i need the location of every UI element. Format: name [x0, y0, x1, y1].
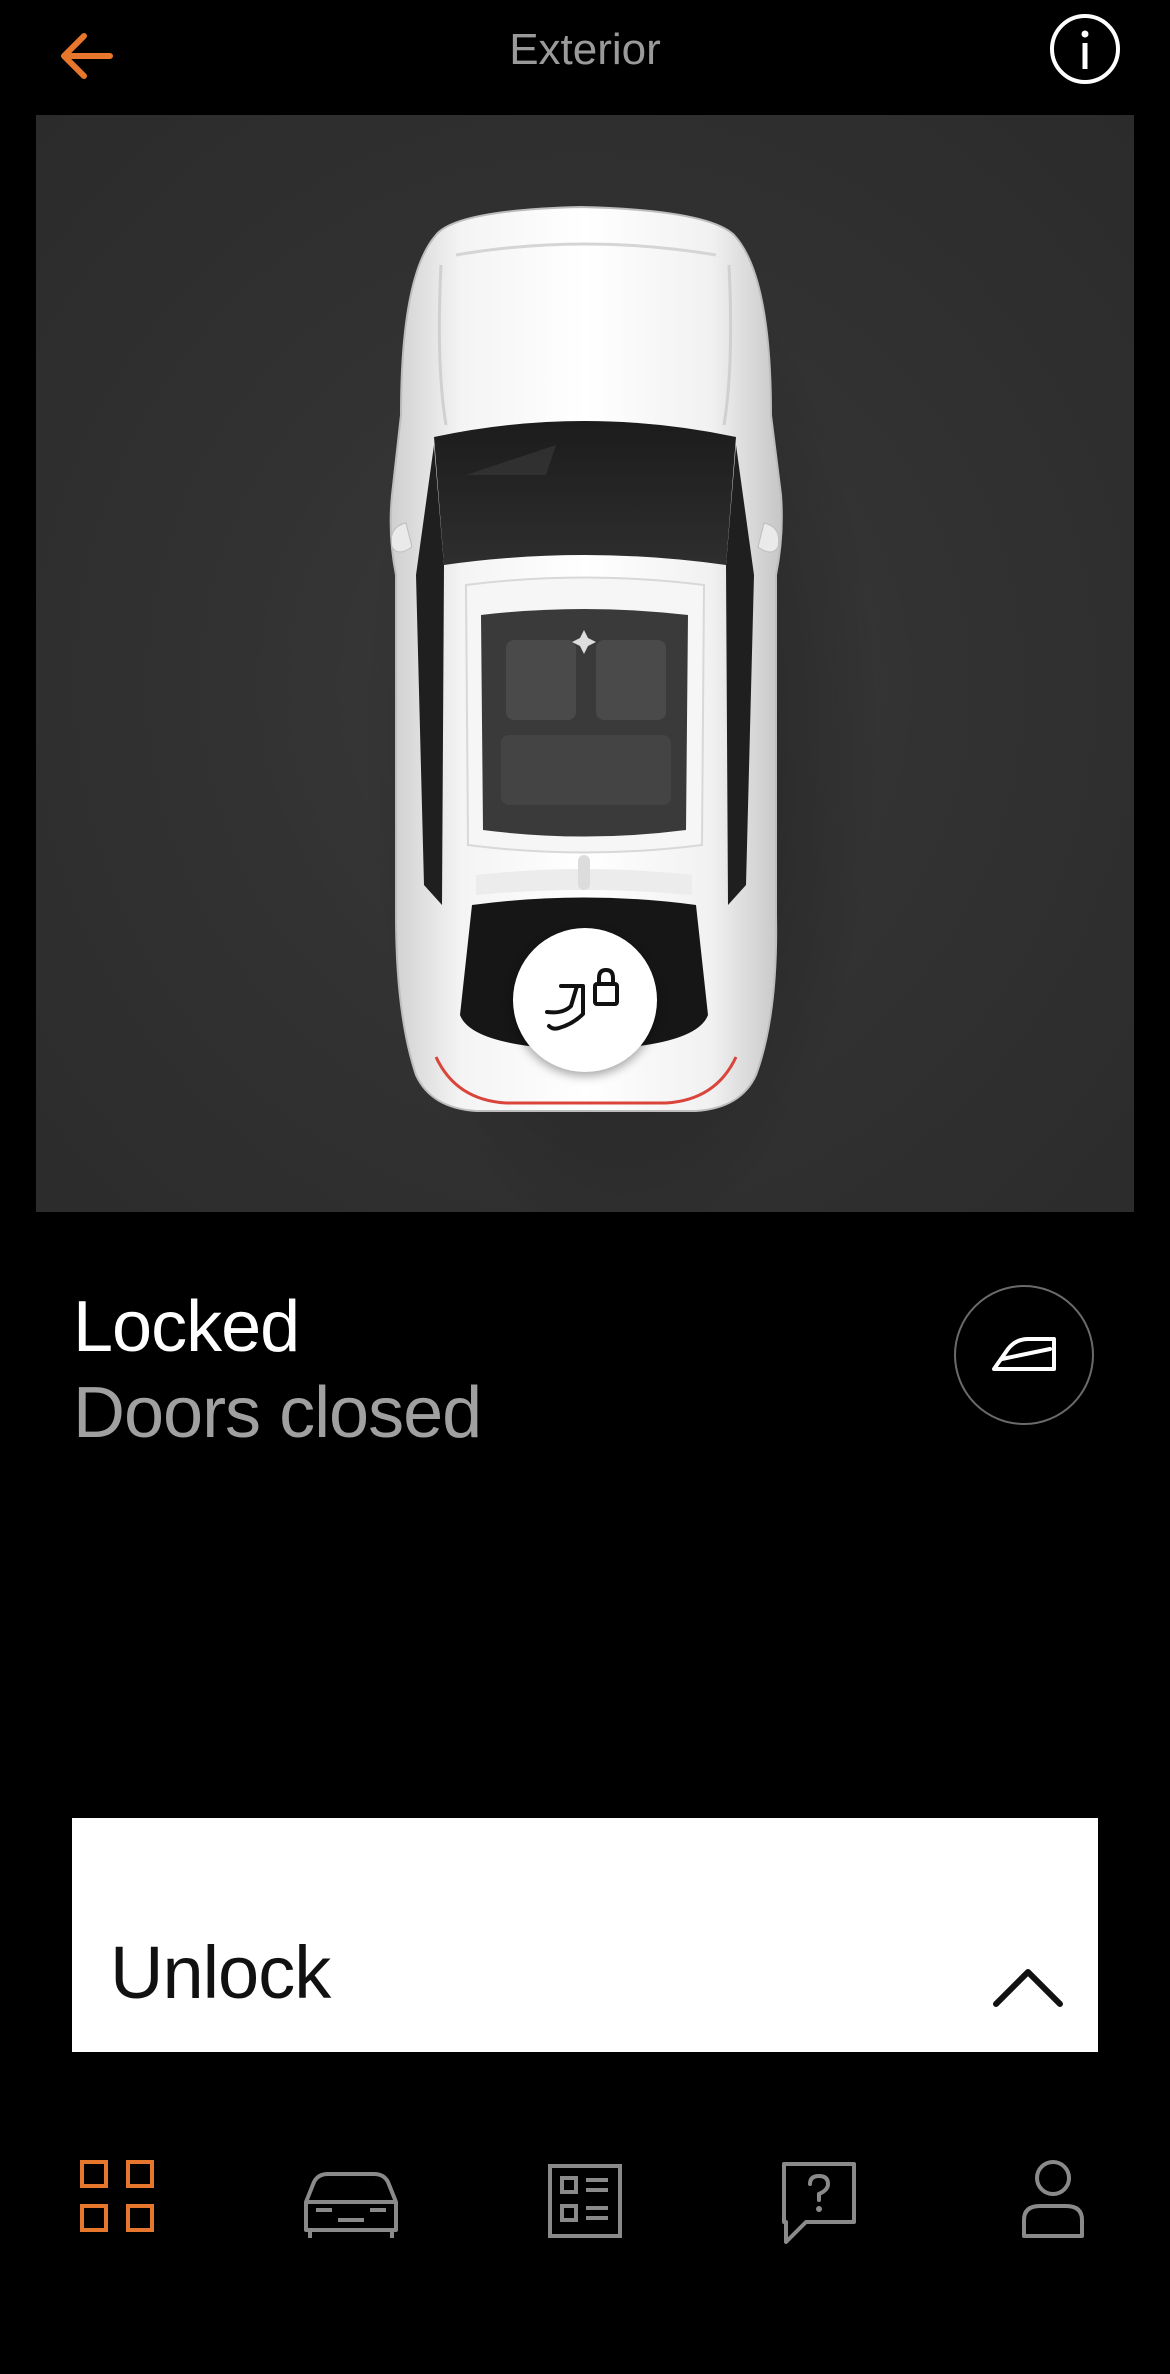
windows-button[interactable]	[954, 1285, 1094, 1425]
info-button[interactable]	[1048, 12, 1122, 86]
lock-state-text: Locked	[73, 1287, 300, 1367]
bottom-nav	[0, 2150, 1170, 2260]
car-icon	[304, 2172, 398, 2238]
car-image-panel	[36, 115, 1134, 1212]
dashboard-grid-icon	[80, 2160, 154, 2232]
unlock-button[interactable]: Unlock	[72, 1818, 1098, 2052]
doors-state-text: Doors closed	[73, 1373, 482, 1453]
nav-item-profile[interactable]	[998, 2150, 1108, 2250]
unlock-label: Unlock	[110, 1931, 331, 2014]
exterior-screen: Exterior Locked Doors closed Unlock	[0, 0, 1170, 2374]
nav-item-help[interactable]	[764, 2150, 874, 2250]
nav-item-car[interactable]	[296, 2150, 406, 2250]
nav-item-list[interactable]	[530, 2150, 640, 2250]
header: Exterior	[0, 0, 1170, 110]
help-chat-icon	[782, 2162, 856, 2244]
page-title: Exterior	[509, 25, 661, 74]
trunk-locked-icon	[545, 967, 619, 1031]
lock-status: Locked Doors closed	[73, 1285, 482, 1457]
trunk-lock-button[interactable]	[513, 928, 657, 1072]
info-icon	[1050, 14, 1120, 84]
list-icon	[548, 2164, 622, 2238]
profile-icon	[1022, 2160, 1084, 2238]
nav-item-dashboard[interactable]	[62, 2150, 172, 2250]
chevron-up-icon[interactable]	[988, 1958, 1068, 2018]
car-window-icon	[992, 1337, 1056, 1371]
